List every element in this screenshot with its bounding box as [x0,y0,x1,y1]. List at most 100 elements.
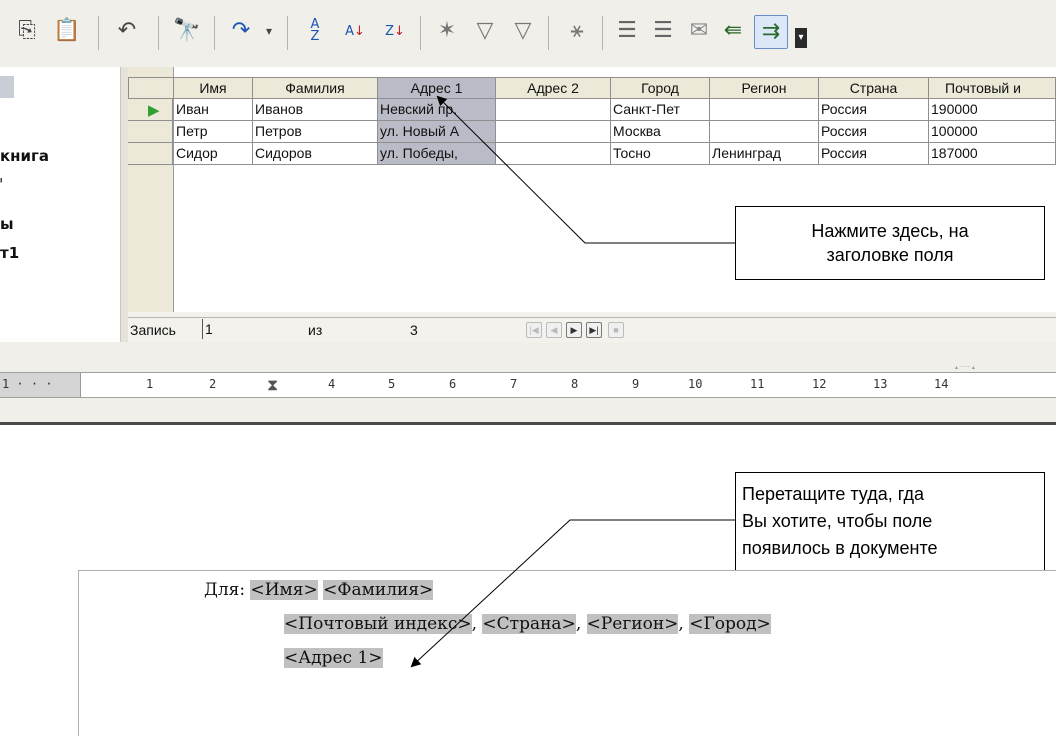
table-cell[interactable]: Россия [819,143,929,165]
column-header-address2[interactable]: Адрес 2 [496,77,611,99]
table-cell[interactable] [496,99,611,121]
table-cell[interactable]: 187000 [929,143,1056,165]
toolbar-separator [602,16,603,50]
callout-bottom-line3: появилось в документе [742,538,938,558]
last-record-button[interactable]: ▶| [586,322,602,338]
row-header[interactable] [128,121,173,143]
toolbar-separator [98,16,99,50]
table-cell[interactable]: Иван [174,99,253,121]
table-cell[interactable]: Россия [819,121,929,143]
merge-field-region[interactable]: <Регион> [586,614,679,634]
separator: , [471,614,483,634]
row-header[interactable] [128,143,173,165]
current-record-pointer-icon: ▶ [148,101,160,119]
document-line-2[interactable]: <Почтовый индекс>, <Страна>, <Регион>, <… [284,614,771,634]
merge-field-first-name[interactable]: <Имя> [250,580,318,600]
table-cell[interactable]: Ленинград [710,143,819,165]
merge-field-country[interactable]: <Страна> [482,614,576,634]
merge-field-last-name[interactable]: <Фамилия> [323,580,434,600]
column-header-last-name[interactable]: Фамилия [253,77,378,99]
undo-icon[interactable]: ↶ [112,16,142,46]
column-header-first-name[interactable]: Имя [174,77,253,99]
table-cell[interactable]: 100000 [929,121,1056,143]
toolbar: ⎘ 📋 ↶ 🔭 ↷ ▾ AZ A ↓ Z ↓ ✶ ▽ ▽ ⚹ ☰ ☰ ✉ ⇚ ⇉ ▾ [0,0,1056,68]
table-cell[interactable]: Петров [253,121,378,143]
sort-ascending-icon[interactable]: AZ [300,16,330,46]
record-number-input[interactable]: 1 [202,319,301,339]
first-record-button[interactable]: |◀ [526,322,542,338]
ruler-area: ▴ ˑˑˑˑˑ ▴ 1 · · · 1 2 ⧗ 4 5 6 7 8 9 10 1… [0,342,1056,425]
callout-bottom-line2: Вы хотите, чтобы поле [742,511,933,531]
row-header[interactable]: ▶ [128,99,173,121]
table-cell[interactable] [496,143,611,165]
paste-icon[interactable]: 📋 [52,16,82,46]
table-cell[interactable] [496,121,611,143]
data-source-explorer: книга ˡ ы т1 [0,67,120,342]
autofilter-icon[interactable]: ✶ [432,16,462,46]
table-cell[interactable]: Москва [611,121,710,143]
explorer-item-partial[interactable]: ˡ [0,176,2,189]
insert-data-icon[interactable]: ☰ [612,16,642,46]
table-cell[interactable] [710,121,819,143]
data-to-fields-icon[interactable]: ☰ [648,16,678,46]
ruler-number: 6 [449,377,457,391]
indent-marker-icon[interactable]: ⧗ [267,375,278,395]
record-count: 3 [410,322,418,338]
toolbar-separator [287,16,288,50]
sort-az-icon[interactable]: A ↓ [340,16,370,46]
column-header-postal-code[interactable]: Почтовый и [929,77,1056,99]
toolbar-separator [548,16,549,50]
separator: , [678,614,690,634]
column-header-address1[interactable]: Адрес 1 [378,77,496,99]
filter-icon[interactable]: ▽ [508,16,538,46]
standard-filter-icon[interactable]: ▽ [470,16,500,46]
ruler-tab-marks: ▴ ˑˑˑˑˑ ▴ [955,364,975,371]
ruler-number: 14 [934,377,949,391]
explorer-item-queries[interactable]: ы [0,215,14,233]
grid-corner[interactable] [128,77,174,99]
table-cell[interactable]: Санкт-Пет [611,99,710,121]
next-record-button[interactable]: ▶ [566,322,582,338]
callout-top-line2: заголовке поля [826,245,954,265]
sort-za-icon[interactable]: Z ↓ [380,16,410,46]
merge-field-address1[interactable]: <Адрес 1> [284,648,383,668]
column-header-region[interactable]: Регион [710,77,819,99]
find-icon[interactable]: 🔭 [172,16,202,46]
column-header-country[interactable]: Страна [819,77,929,99]
ruler-number: 13 [873,377,888,391]
table-cell[interactable]: ул. Новый А [378,121,496,143]
explorer-item-book[interactable]: книга [0,147,49,165]
table-cell[interactable] [710,99,819,121]
redo-icon[interactable]: ↷ [226,16,256,46]
toolbar-separator [420,16,421,50]
table-cell[interactable]: Россия [819,99,929,121]
table-cell[interactable]: Тосно [611,143,710,165]
ruler-number: 7 [510,377,518,391]
document-line-1[interactable]: Для: <Имя> <Фамилия> [204,580,434,600]
prev-record-button[interactable]: ◀ [546,322,562,338]
explorer-icon[interactable]: ⇚ [718,16,748,46]
horizontal-ruler[interactable]: 1 · · · 1 2 ⧗ 4 5 6 7 8 9 10 11 12 13 14 [0,372,1056,398]
chevron-down-icon[interactable]: ▾ [254,16,284,46]
table-cell[interactable]: Сидор [174,143,253,165]
table-cell[interactable]: Сидоров [253,143,378,165]
table-cell[interactable]: Невский пр. [378,99,496,121]
new-record-button[interactable]: ■ [608,322,624,338]
toolbar-overflow-icon[interactable]: ▾ [795,28,807,48]
table-cell[interactable]: Иванов [253,99,378,121]
table-cell[interactable]: ул. Победы, [378,143,496,165]
table-cell[interactable]: Петр [174,121,253,143]
document-line-3[interactable]: <Адрес 1> [284,648,383,668]
explorer-selection[interactable] [0,76,14,98]
data-to-text-icon[interactable]: ⇉ [754,15,788,49]
column-header-city[interactable]: Город [611,77,710,99]
ruler-number: 11 [750,377,765,391]
ruler-number: 8 [571,377,579,391]
copy-icon[interactable]: ⎘ [12,16,42,46]
mail-merge-icon[interactable]: ✉ [684,16,714,46]
explorer-item-table[interactable]: т1 [0,244,19,262]
table-cell[interactable]: 190000 [929,99,1056,121]
merge-field-city[interactable]: <Город> [689,614,771,634]
remove-filter-icon[interactable]: ⚹ [562,16,592,46]
merge-field-postal-code[interactable]: <Почтовый индекс> [284,614,472,634]
